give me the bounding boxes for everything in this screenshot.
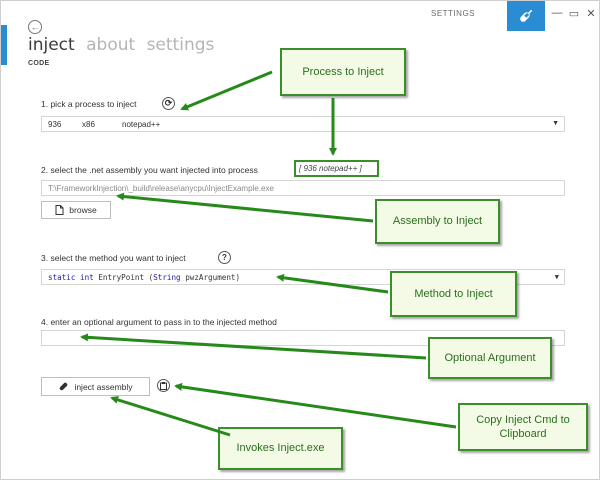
callout-invokes: Invokes Inject.exe <box>218 427 343 470</box>
nav-item-about[interactable]: about <box>86 35 135 55</box>
title-bar: SETTINGS — ▭ ✕ <box>1 1 599 31</box>
minimize-button[interactable]: — <box>550 7 564 19</box>
step1-label: 1. pick a process to inject <box>41 99 137 109</box>
process-select[interactable]: 936 x86 notepad++ ▼ <box>41 116 565 132</box>
process-name: notepad++ <box>122 119 161 129</box>
maximize-button[interactable]: ▭ <box>567 7 581 20</box>
callout-copy: Copy Inject Cmd to Clipboard <box>458 403 588 451</box>
syringe-icon <box>60 382 68 391</box>
close-button[interactable]: ✕ <box>584 7 598 20</box>
method-keyword-int: int <box>80 272 94 282</box>
accent-bar <box>1 25 7 65</box>
callout-process: Process to Inject <box>280 48 406 96</box>
process-pid: 936 <box>48 119 62 129</box>
refresh-icon[interactable]: ⟳ <box>162 97 175 110</box>
syringe-icon <box>520 9 533 22</box>
method-param-name: pwzArgument) <box>185 272 241 282</box>
main-nav: inject about settings <box>28 35 220 55</box>
browse-label: browse <box>69 205 97 215</box>
nav-item-settings[interactable]: settings <box>147 35 215 55</box>
selected-process-tag: [ 936 notepad++ ] <box>294 160 379 177</box>
process-arch: x86 <box>82 119 95 129</box>
method-name: EntryPoint ( <box>98 272 154 282</box>
step3-label: 3. select the method you want to inject <box>41 253 186 263</box>
callout-method: Method to Inject <box>390 271 517 317</box>
file-icon <box>55 205 64 215</box>
inject-assembly-button[interactable]: inject assembly <box>41 377 150 396</box>
sub-nav-code[interactable]: CODE <box>28 60 49 67</box>
method-param-type: String <box>153 272 181 282</box>
chevron-down-icon: ▼ <box>552 120 559 127</box>
app-logo <box>507 1 545 31</box>
nav-item-inject[interactable]: inject <box>28 35 75 55</box>
callout-argument: Optional Argument <box>428 337 552 379</box>
inject-assembly-label: inject assembly <box>74 381 133 392</box>
step4-label: 4. enter an optional argument to pass in… <box>41 317 277 327</box>
step2-label: 2. select the .net assembly you want inj… <box>41 165 258 175</box>
callout-assembly: Assembly to Inject <box>375 199 500 244</box>
window-title: SETTINGS <box>431 9 476 18</box>
help-icon[interactable]: ? <box>218 251 231 264</box>
assembly-path-field[interactable]: T:\FrameworkInjection\_build\release\any… <box>41 180 565 196</box>
browse-button[interactable]: browse <box>41 201 111 219</box>
back-arrow-icon[interactable]: ← <box>28 20 42 34</box>
clipboard-icon[interactable] <box>157 379 170 392</box>
chevron-down-icon: ▼ <box>554 273 559 281</box>
method-keyword-static: static <box>48 272 76 282</box>
